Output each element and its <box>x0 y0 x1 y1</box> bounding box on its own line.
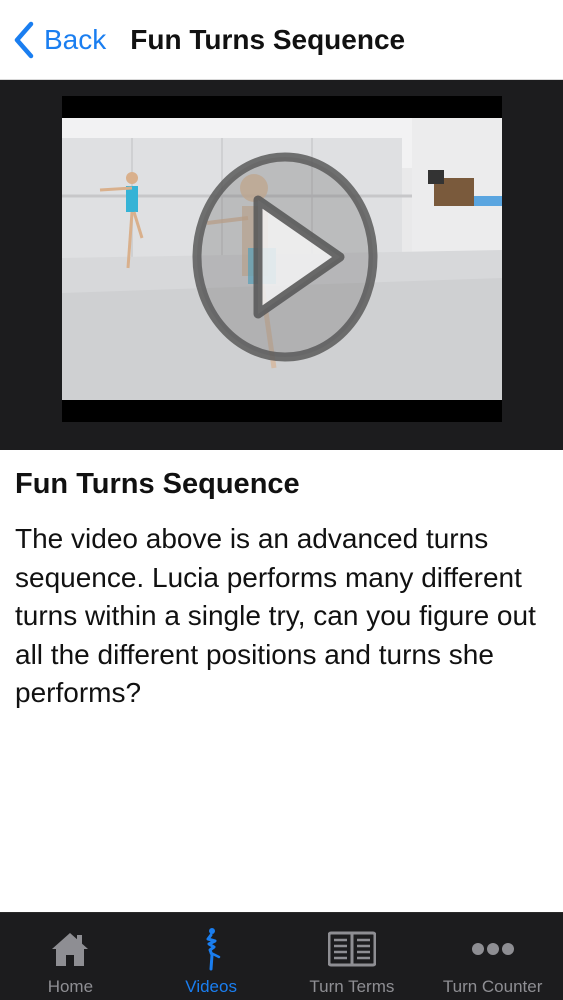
more-icon <box>471 943 514 955</box>
tab-home[interactable]: Home <box>0 913 141 1000</box>
play-icon[interactable] <box>190 148 380 366</box>
video-thumbnail <box>62 118 502 400</box>
video-frame[interactable] <box>62 96 502 422</box>
tab-turn-counter[interactable]: Turn Counter <box>422 913 563 1000</box>
tab-turn-terms[interactable]: Turn Terms <box>282 913 423 1000</box>
tab-label: Home <box>47 977 94 996</box>
video-player <box>0 80 563 450</box>
book-icon <box>327 931 376 967</box>
tab-label: Turn Terms <box>309 977 395 996</box>
home-icon <box>52 933 89 966</box>
chevron-left-icon <box>14 21 34 58</box>
tab-label: Turn Counter <box>442 977 543 996</box>
tab-bar: Home Videos Turn Terms Turn Counter <box>0 912 563 1000</box>
back-button[interactable]: Back <box>12 20 106 60</box>
content-title: Fun Turns Sequence <box>15 468 300 500</box>
dancer-icon <box>206 928 221 971</box>
tab-videos[interactable]: Videos <box>141 913 282 1000</box>
back-label: Back <box>44 23 107 55</box>
page-title: Fun Turns Sequence <box>130 23 406 55</box>
tab-label: Videos <box>185 977 237 996</box>
content-section: Fun Turns Sequence The video above is an… <box>15 450 550 713</box>
content-description: The video above is an advanced turns seq… <box>15 523 536 708</box>
navigation-bar: Back Fun Turns Sequence <box>0 0 563 80</box>
